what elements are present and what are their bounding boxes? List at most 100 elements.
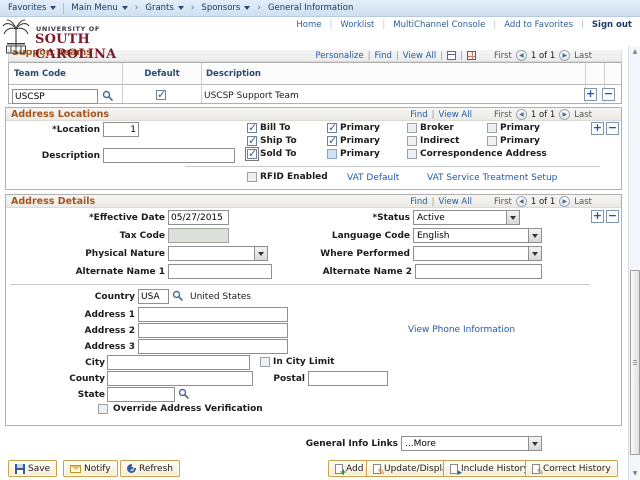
previous-row-icon[interactable]: ◀ <box>516 109 527 120</box>
previous-row-icon[interactable]: ◀ <box>516 196 527 207</box>
bill-primary-label: Primary <box>340 122 380 134</box>
include-history-button[interactable]: ▸Include History <box>443 460 536 477</box>
refresh-button[interactable]: Refresh <box>120 460 180 477</box>
rfid-enabled-checkbox[interactable] <box>247 172 257 182</box>
effective-date-input[interactable] <box>168 210 229 225</box>
zoom-grid-icon[interactable] <box>447 51 456 60</box>
next-row-icon[interactable]: ▶ <box>559 196 570 207</box>
scrollbar-thumb[interactable] <box>630 270 640 455</box>
description-input[interactable] <box>103 148 235 163</box>
county-label: County <box>5 373 105 386</box>
broker-checkbox[interactable] <box>407 123 417 133</box>
find-link[interactable]: Find <box>410 110 427 120</box>
where-performed-select[interactable] <box>413 246 542 261</box>
view-all-link[interactable]: View All <box>403 51 436 61</box>
delete-row-button[interactable]: − <box>602 88 615 101</box>
personalize-link[interactable]: Personalize <box>315 51 363 61</box>
postal-input[interactable] <box>308 371 388 386</box>
worklist-link[interactable]: Worklist <box>340 20 374 30</box>
correspondence-address-checkbox[interactable] <box>407 149 417 159</box>
sold-to-checkbox[interactable] <box>247 149 257 159</box>
view-all-link[interactable]: View All <box>439 197 472 207</box>
add-address-row-button[interactable]: + <box>591 210 604 223</box>
breadcrumb-grants[interactable]: Grants <box>145 3 183 13</box>
dropdown-arrow-icon[interactable] <box>528 437 541 450</box>
last-label: Last <box>574 110 592 120</box>
vertical-scrollbar[interactable]: ▲ ▼ <box>628 46 640 480</box>
in-city-limit-checkbox[interactable] <box>260 357 270 367</box>
home-link[interactable]: Home <box>296 20 321 30</box>
view-phone-information-link[interactable]: View Phone Information <box>408 324 515 336</box>
alternate-name-2-input[interactable] <box>415 264 542 279</box>
previous-row-icon[interactable]: ◀ <box>516 50 527 61</box>
postal-label: Postal <box>225 373 305 386</box>
next-row-icon[interactable]: ▶ <box>559 50 570 61</box>
save-button[interactable]: Save <box>8 460 57 477</box>
default-checkbox[interactable] <box>156 90 166 100</box>
bill-primary-checkbox[interactable] <box>327 123 337 133</box>
country-label: Country <box>15 291 135 304</box>
scroll-down-icon[interactable]: ▼ <box>629 468 640 480</box>
country-input[interactable] <box>138 289 169 304</box>
dropdown-arrow-icon[interactable] <box>528 229 541 242</box>
broker-primary-label: Primary <box>500 122 540 134</box>
indirect-checkbox[interactable] <box>407 136 417 146</box>
state-input[interactable] <box>107 387 175 402</box>
add-location-button[interactable]: + <box>591 122 604 135</box>
language-code-select[interactable]: English <box>413 228 542 243</box>
breadcrumb-favorites[interactable]: Favorites <box>8 3 56 13</box>
breadcrumb-sponsors[interactable]: Sponsors <box>201 3 250 13</box>
address-3-input[interactable] <box>138 339 288 354</box>
status-select[interactable]: Active <box>413 210 520 225</box>
delete-location-button[interactable]: − <box>606 122 619 135</box>
add-button[interactable]: +Add <box>328 460 370 477</box>
sold-primary-checkbox[interactable] <box>327 149 337 159</box>
multichannel-console-link[interactable]: MultiChannel Console <box>393 20 485 30</box>
vat-service-treatment-setup-link[interactable]: VAT Service Treatment Setup <box>427 172 557 184</box>
ship-to-label: Ship To <box>260 135 297 147</box>
city-input[interactable] <box>107 355 250 370</box>
add-row-button[interactable]: + <box>584 88 597 101</box>
physical-nature-select[interactable] <box>168 246 268 261</box>
country-lookup-icon[interactable] <box>172 290 184 302</box>
first-label: First <box>494 51 512 61</box>
ship-to-checkbox[interactable] <box>247 136 257 146</box>
override-address-verification-checkbox[interactable] <box>98 404 108 414</box>
location-input[interactable] <box>103 122 139 137</box>
save-icon <box>15 464 25 474</box>
next-row-icon[interactable]: ▶ <box>559 109 570 120</box>
delete-address-row-button[interactable]: − <box>606 210 619 223</box>
sold-primary-label: Primary <box>340 148 380 160</box>
correct-history-button[interactable]: ✎Correct History <box>525 460 618 477</box>
find-link[interactable]: Find <box>410 197 427 207</box>
address-3-label: Address 3 <box>15 341 135 354</box>
team-code-lookup-icon[interactable] <box>102 90 114 102</box>
chevron-down-icon <box>178 6 184 10</box>
address-2-input[interactable] <box>138 323 288 338</box>
bill-to-checkbox[interactable] <box>247 123 257 133</box>
dropdown-arrow-icon[interactable] <box>506 211 519 224</box>
find-link[interactable]: Find <box>375 51 392 61</box>
broker-primary-checkbox[interactable] <box>487 123 497 133</box>
notify-button[interactable]: Notify <box>63 460 118 477</box>
indirect-primary-checkbox[interactable] <box>487 136 497 146</box>
breadcrumb: Favorites Main Menu › Grants › Sponsors … <box>0 0 640 17</box>
view-all-link[interactable]: View All <box>439 110 472 120</box>
breadcrumb-general-information[interactable]: General Information <box>268 3 353 13</box>
download-to-excel-icon[interactable] <box>467 51 476 60</box>
add-to-favorites-link[interactable]: Add to Favorites <box>504 20 573 30</box>
breadcrumb-main-menu[interactable]: Main Menu <box>71 3 127 13</box>
tax-code-label: Tax Code <box>45 230 165 243</box>
ship-primary-checkbox[interactable] <box>327 136 337 146</box>
alternate-name-1-input[interactable] <box>168 264 272 279</box>
dropdown-arrow-icon[interactable] <box>528 247 541 260</box>
state-lookup-icon[interactable] <box>178 388 190 400</box>
effective-date-label: *Effective Date <box>45 212 165 225</box>
vat-default-link[interactable]: VAT Default <box>347 172 399 184</box>
dropdown-arrow-icon[interactable] <box>254 247 267 260</box>
general-info-links-select[interactable]: ...More <box>401 436 542 451</box>
address-1-input[interactable] <box>138 307 288 322</box>
team-code-input[interactable] <box>12 89 98 104</box>
scroll-up-icon[interactable]: ▲ <box>629 46 640 58</box>
sign-out-link[interactable]: Sign out <box>592 20 632 30</box>
